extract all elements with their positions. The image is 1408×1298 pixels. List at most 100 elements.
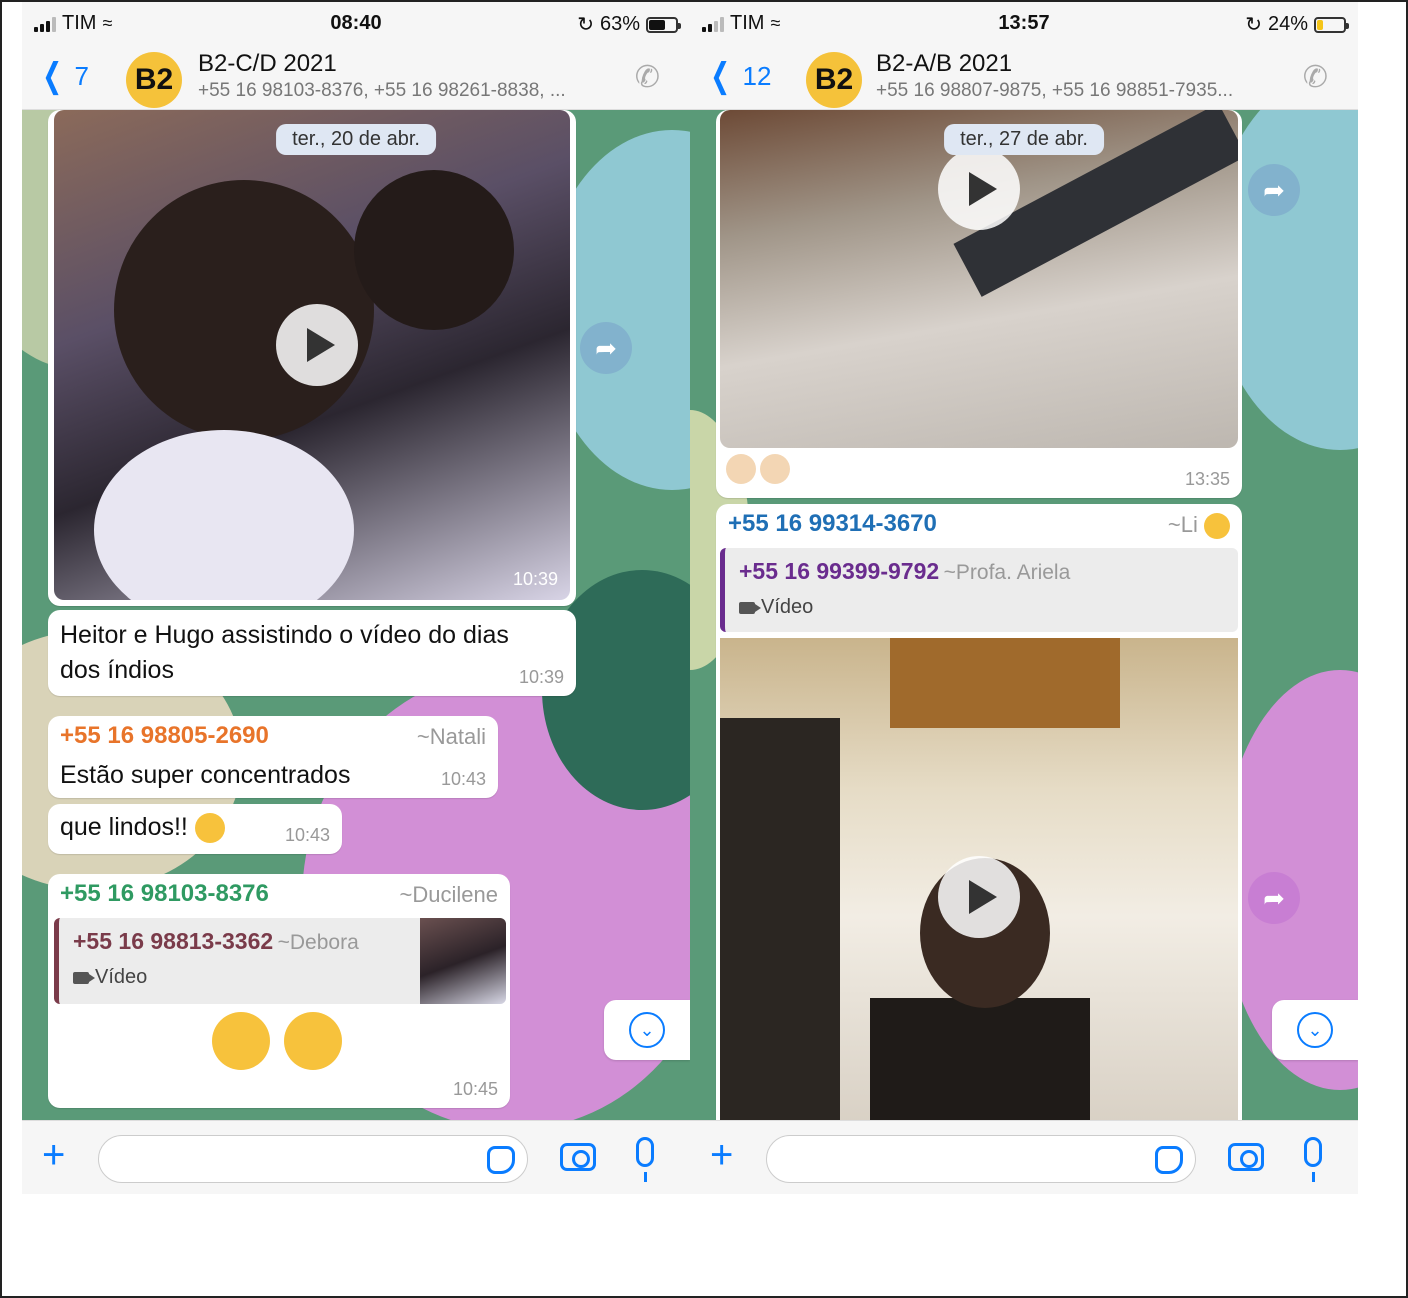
forward-arrow-icon[interactable]: ➦ (1248, 872, 1300, 924)
add-call-icon[interactable]: ✆ (1303, 60, 1328, 95)
quoted-header: +55 16 98813-3362 ~Debora (73, 928, 359, 955)
chat-title[interactable]: B2-A/B 2021 (876, 50, 1012, 78)
message-input[interactable] (98, 1135, 528, 1183)
forward-arrow-icon[interactable]: ➦ (580, 322, 632, 374)
quoted-sender: +55 16 98813-3362 (73, 928, 274, 954)
quoted-alias: ~Profa. Ariela (943, 561, 1071, 584)
chat-header: ❮ 12 B2 B2-A/B 2021 +55 16 98807-9875, +… (690, 46, 1358, 110)
kiss-emoji-icon (284, 1012, 342, 1070)
unread-count: 7 (74, 60, 89, 91)
chevron-down-icon: ⌄ (629, 1012, 665, 1048)
message-time: 10:39 (518, 667, 564, 687)
sender-phone[interactable]: +55 16 98805-2690 (60, 722, 269, 750)
rotation-lock-icon: ↻ (1245, 14, 1262, 36)
thumbnail-figure (354, 170, 514, 330)
sender-alias: ~Ducilene (399, 882, 498, 907)
microphone-icon[interactable] (1304, 1137, 1322, 1182)
play-icon[interactable] (938, 148, 1020, 230)
message-list[interactable]: 13:35 ter., 27 de abr. ➦ +55 16 99314-36… (690, 110, 1358, 1120)
rotation-lock-icon: ↻ (577, 14, 594, 36)
chat-screen-left: TIM ≈ 08:40 ↻ 63% ❮ 7 B2 B2-C/D 2021 +55… (22, 2, 690, 1194)
quoted-type: Vídeo (739, 596, 813, 619)
scroll-to-bottom-button[interactable]: ⌄ (604, 1000, 690, 1060)
video-thumbnail[interactable] (720, 110, 1238, 448)
clapping-hands-icon (760, 454, 790, 484)
battery-icon (646, 16, 681, 33)
status-bar: TIM ≈ 08:40 ↻ 63% (22, 2, 690, 46)
sender-phone[interactable]: +55 16 98103-8376 (60, 880, 269, 908)
message-time: 10:39 (512, 569, 558, 589)
sender-phone[interactable]: +55 16 99314-3670 (728, 510, 937, 538)
chat-participants[interactable]: +55 16 98103-8376, +55 16 98261-8838, ..… (198, 80, 566, 102)
quoted-alias: ~Debora (277, 931, 359, 954)
unread-count: 12 (742, 60, 772, 91)
date-separator: ter., 20 de abr. (276, 124, 436, 155)
back-button[interactable]: ❮ 12 (706, 56, 771, 96)
video-camera-icon (739, 601, 761, 614)
composer-bar: + (22, 1120, 690, 1194)
group-avatar[interactable]: B2 (126, 52, 182, 108)
play-icon[interactable] (276, 304, 358, 386)
plus-icon[interactable]: + (42, 1135, 65, 1175)
play-icon[interactable] (938, 856, 1020, 938)
message-emojis (212, 1012, 342, 1070)
chat-participants[interactable]: +55 16 98807-9875, +55 16 98851-7935... (876, 80, 1233, 102)
video-thumbnail[interactable]: 10:39 (54, 110, 570, 600)
sender-alias-text: ~Li (1167, 512, 1198, 537)
text-message[interactable]: Heitor e Hugo assistindo o vídeo do dias… (48, 610, 576, 696)
microphone-icon[interactable] (636, 1137, 654, 1182)
message-text: que lindos!! (60, 810, 225, 845)
smiling-hearts-emoji-icon (194, 813, 225, 844)
sticker-icon[interactable] (1155, 1146, 1183, 1174)
message-text-content: que lindos!! (60, 813, 188, 841)
message-time: 10:45 (452, 1079, 498, 1099)
camera-icon[interactable] (1228, 1143, 1264, 1171)
quoted-message[interactable]: +55 16 98813-3362 ~Debora Vídeo (54, 918, 506, 1004)
thumbnail-chair (720, 718, 840, 1120)
sticker-icon[interactable] (487, 1146, 515, 1174)
quoted-sender: +55 16 99399-9792 (739, 558, 940, 584)
reply-message[interactable]: +55 16 99314-3670 ~Li +55 16 99399-9792 … (716, 504, 1242, 1120)
plus-icon[interactable]: + (710, 1135, 733, 1175)
thumbnail-curtain (890, 638, 1120, 728)
battery-percent: 24% (1267, 13, 1308, 35)
chat-title[interactable]: B2-C/D 2021 (198, 50, 337, 78)
message-time: 13:35 (1184, 469, 1230, 489)
battery-level (649, 19, 666, 30)
text-message[interactable]: que lindos!! 10:43 (48, 804, 342, 854)
chat-screen-right: TIM ≈ 13:57 ↻ 24% ❮ 12 B2 B2-A/B 2021 +5… (690, 2, 1358, 1194)
status-right: ↻ 63% (577, 12, 681, 37)
thumbnail-chair (870, 998, 1090, 1120)
add-call-icon[interactable]: ✆ (635, 60, 660, 95)
sender-alias: ~Li (1167, 512, 1230, 540)
quoted-type: Vídeo (73, 966, 147, 989)
battery-percent: 63% (599, 13, 640, 35)
message-input[interactable] (766, 1135, 1196, 1183)
back-button[interactable]: ❮ 7 (38, 56, 89, 96)
date-separator: ter., 27 de abr. (944, 124, 1104, 155)
quoted-thumbnail (420, 918, 506, 1004)
quoted-type-label: Vídeo (761, 596, 814, 618)
thumbnail-clothing (94, 430, 354, 600)
battery-level (1317, 19, 1324, 30)
forward-arrow-icon[interactable]: ➦ (1248, 164, 1300, 216)
quoted-message[interactable]: +55 16 99399-9792 ~Profa. Ariela Vídeo (720, 548, 1238, 632)
message-list[interactable]: 10:39 ter., 20 de abr. ➦ Heitor e Hugo a… (22, 110, 690, 1120)
text-message[interactable]: +55 16 98805-2690 ~Natali Estão super co… (48, 716, 498, 798)
group-avatar[interactable]: B2 (806, 52, 862, 108)
screenshot-frame: TIM ≈ 08:40 ↻ 63% ❮ 7 B2 B2-C/D 2021 +55… (0, 0, 1408, 1298)
video-message[interactable]: 10:39 (48, 110, 576, 606)
chevron-left-icon: ❮ (42, 57, 63, 95)
video-thumbnail[interactable] (720, 638, 1238, 1120)
video-message[interactable]: 13:35 (716, 110, 1242, 498)
message-time: 10:43 (284, 825, 330, 845)
chat-header: ❮ 7 B2 B2-C/D 2021 +55 16 98103-8376, +5… (22, 46, 690, 110)
scroll-to-bottom-button[interactable]: ⌄ (1272, 1000, 1358, 1060)
chevron-down-icon: ⌄ (1297, 1012, 1333, 1048)
reply-message[interactable]: +55 16 98103-8376 ~Ducilene +55 16 98813… (48, 874, 510, 1108)
sender-alias: ~Natali (416, 724, 486, 749)
video-camera-icon (73, 971, 95, 984)
battery-icon (1314, 16, 1349, 33)
clapping-hands-icon (726, 454, 756, 484)
camera-icon[interactable] (560, 1143, 596, 1171)
